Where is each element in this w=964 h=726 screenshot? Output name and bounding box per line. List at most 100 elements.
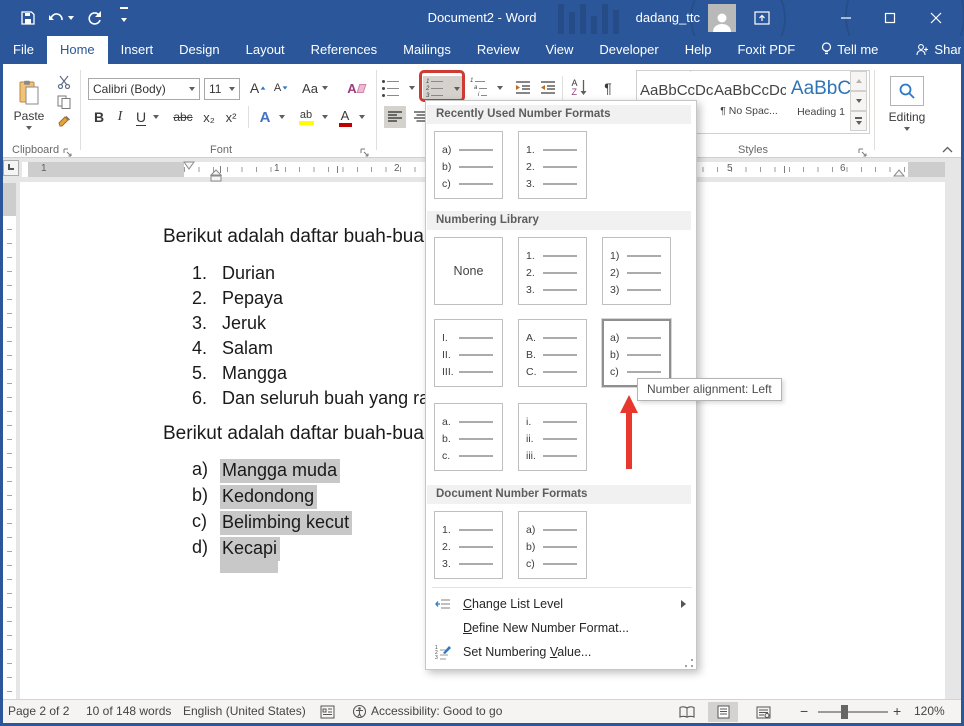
- web-layout-button[interactable]: [748, 702, 778, 722]
- tab-selector[interactable]: [3, 160, 19, 176]
- collapse-ribbon-button[interactable]: [938, 142, 956, 156]
- highlight-chevron[interactable]: [319, 106, 331, 128]
- zoom-slider[interactable]: [818, 711, 888, 713]
- text-effects-chevron[interactable]: [276, 106, 288, 128]
- sort-button[interactable]: AZ: [566, 74, 592, 102]
- multilevel-list-button[interactable]: 1 a i: [470, 76, 494, 100]
- format-painter-button[interactable]: [54, 114, 74, 130]
- print-layout-button[interactable]: [708, 702, 738, 722]
- styles-scroll-up-button[interactable]: [850, 71, 867, 91]
- right-indent-marker[interactable]: [893, 169, 905, 178]
- superscript-button[interactable]: x²: [220, 106, 242, 128]
- shrink-font-button[interactable]: A: [271, 76, 291, 100]
- number-format-tile-roman-upper[interactable]: I. II. III.: [434, 319, 503, 387]
- language-indicator[interactable]: English (United States): [183, 700, 306, 723]
- set-numbering-value-item[interactable]: 123 Set Numbering Value...: [427, 641, 696, 663]
- underline-chevron[interactable]: [150, 106, 162, 128]
- underline-button[interactable]: U: [132, 106, 150, 128]
- number-format-tile-123-paren[interactable]: 1) 2) 3): [602, 237, 671, 305]
- number-format-tile-123-dot[interactable]: 1. 2. 3.: [518, 131, 587, 199]
- bullets-chevron[interactable]: [406, 76, 418, 100]
- text-effects-button[interactable]: A: [254, 106, 276, 128]
- clear-formatting-button[interactable]: A: [344, 76, 368, 100]
- subscript-button[interactable]: x₂: [198, 106, 220, 128]
- font-name-combobox[interactable]: Calibri (Body): [88, 78, 200, 100]
- word-count[interactable]: 10 of 148 words: [86, 700, 171, 723]
- paste-button[interactable]: Paste: [8, 72, 50, 138]
- tab-references[interactable]: References: [298, 36, 390, 64]
- tab-mailings[interactable]: Mailings: [390, 36, 464, 64]
- clipboard-dialog-launcher[interactable]: [63, 145, 75, 157]
- cut-button[interactable]: [54, 74, 74, 90]
- tell-me-box[interactable]: Tell me: [808, 36, 891, 64]
- change-case-button[interactable]: Aa: [298, 76, 332, 100]
- define-new-number-format-item[interactable]: Define New Number Format...: [427, 617, 696, 639]
- decrease-indent-button[interactable]: [512, 76, 534, 100]
- share-button[interactable]: Share: [903, 36, 964, 64]
- tab-foxit-pdf[interactable]: Foxit PDF: [724, 36, 808, 64]
- font-color-chevron[interactable]: [356, 106, 368, 128]
- tab-layout[interactable]: Layout: [233, 36, 298, 64]
- dropdown-resize-grip[interactable]: [685, 659, 693, 667]
- list-item-text[interactable]: Mangga: [222, 363, 287, 384]
- tab-insert[interactable]: Insert: [108, 36, 167, 64]
- italic-button[interactable]: I: [112, 106, 128, 128]
- number-format-tile-roman-lower[interactable]: i. ii. iii.: [518, 403, 587, 471]
- align-left-button[interactable]: [384, 106, 406, 128]
- maximize-button[interactable]: [868, 0, 912, 36]
- number-format-tile-abc-paren[interactable]: a) b) c): [518, 511, 587, 579]
- number-format-tile-123-dot[interactable]: 1. 2. 3.: [434, 511, 503, 579]
- account-name[interactable]: dadang_ttc: [636, 0, 700, 36]
- tab-help[interactable]: Help: [672, 36, 725, 64]
- font-size-combobox[interactable]: 11: [204, 78, 240, 100]
- read-mode-button[interactable]: [672, 702, 702, 722]
- tab-developer[interactable]: Developer: [586, 36, 671, 64]
- selected-list-item-text[interactable]: Kecapi: [220, 537, 280, 561]
- list-item-text[interactable]: Jeruk: [222, 313, 266, 334]
- number-format-tile-none[interactable]: None: [434, 237, 503, 305]
- hanging-indent-marker[interactable]: [210, 169, 222, 182]
- zoom-slider-thumb[interactable]: [841, 705, 848, 719]
- tab-file[interactable]: File: [0, 36, 47, 64]
- selected-list-item-text[interactable]: Mangga muda: [220, 459, 340, 483]
- number-format-tile-abc-paren-selected[interactable]: a) b) c): [602, 319, 671, 387]
- font-dialog-launcher[interactable]: [360, 145, 372, 157]
- styles-scroll-down-button[interactable]: [850, 91, 867, 111]
- show-paragraph-marks-button[interactable]: ¶: [598, 76, 618, 100]
- tab-review[interactable]: Review: [464, 36, 533, 64]
- tab-design[interactable]: Design: [166, 36, 232, 64]
- bullets-button[interactable]: [382, 76, 406, 100]
- selected-list-item-text[interactable]: Kedondong: [220, 485, 317, 509]
- minimize-button[interactable]: [824, 0, 868, 36]
- number-format-tile-abc-paren[interactable]: a) b) c): [434, 131, 503, 199]
- number-format-tile-ABC-dot[interactable]: A. B. C.: [518, 319, 587, 387]
- first-line-indent-marker[interactable]: [183, 161, 195, 170]
- change-list-level-item[interactable]: Change List Level: [427, 593, 696, 615]
- styles-more-button[interactable]: [850, 111, 867, 131]
- avatar[interactable]: [708, 4, 736, 32]
- increase-indent-button[interactable]: [537, 76, 559, 100]
- text-highlight-button[interactable]: ab: [293, 104, 319, 130]
- strikethrough-button[interactable]: abc: [170, 106, 196, 128]
- close-button[interactable]: [914, 0, 958, 36]
- zoom-percentage[interactable]: 120%: [914, 700, 945, 723]
- list-item-text[interactable]: Durian: [222, 263, 275, 284]
- zoom-out-button[interactable]: −: [800, 700, 808, 723]
- selected-list-item-text[interactable]: Belimbing kecut: [220, 511, 352, 535]
- style-no-spacing[interactable]: AaBbCcDc¶ No Spac...: [714, 72, 784, 130]
- bold-button[interactable]: B: [90, 106, 108, 128]
- list-item-text[interactable]: Dan seluruh buah yang rasan: [222, 388, 458, 409]
- number-format-tile-123-dot[interactable]: 1. 2. 3.: [518, 237, 587, 305]
- tab-home[interactable]: Home: [47, 36, 108, 64]
- font-color-button[interactable]: A: [334, 104, 356, 130]
- style-heading1[interactable]: AaBbCHeading 1: [786, 72, 856, 130]
- zoom-in-button[interactable]: +: [893, 700, 901, 723]
- list-item-text[interactable]: Salam: [222, 338, 273, 359]
- page-indicator[interactable]: Page 2 of 2: [8, 700, 69, 723]
- list-item-text[interactable]: Pepaya: [222, 288, 283, 309]
- accessibility-status[interactable]: Accessibility: Good to go: [371, 700, 502, 723]
- grow-font-button[interactable]: A: [247, 76, 269, 100]
- number-format-tile-abc-dot[interactable]: a. b. c.: [434, 403, 503, 471]
- copy-button[interactable]: [54, 94, 74, 110]
- vertical-ruler[interactable]: [3, 183, 16, 699]
